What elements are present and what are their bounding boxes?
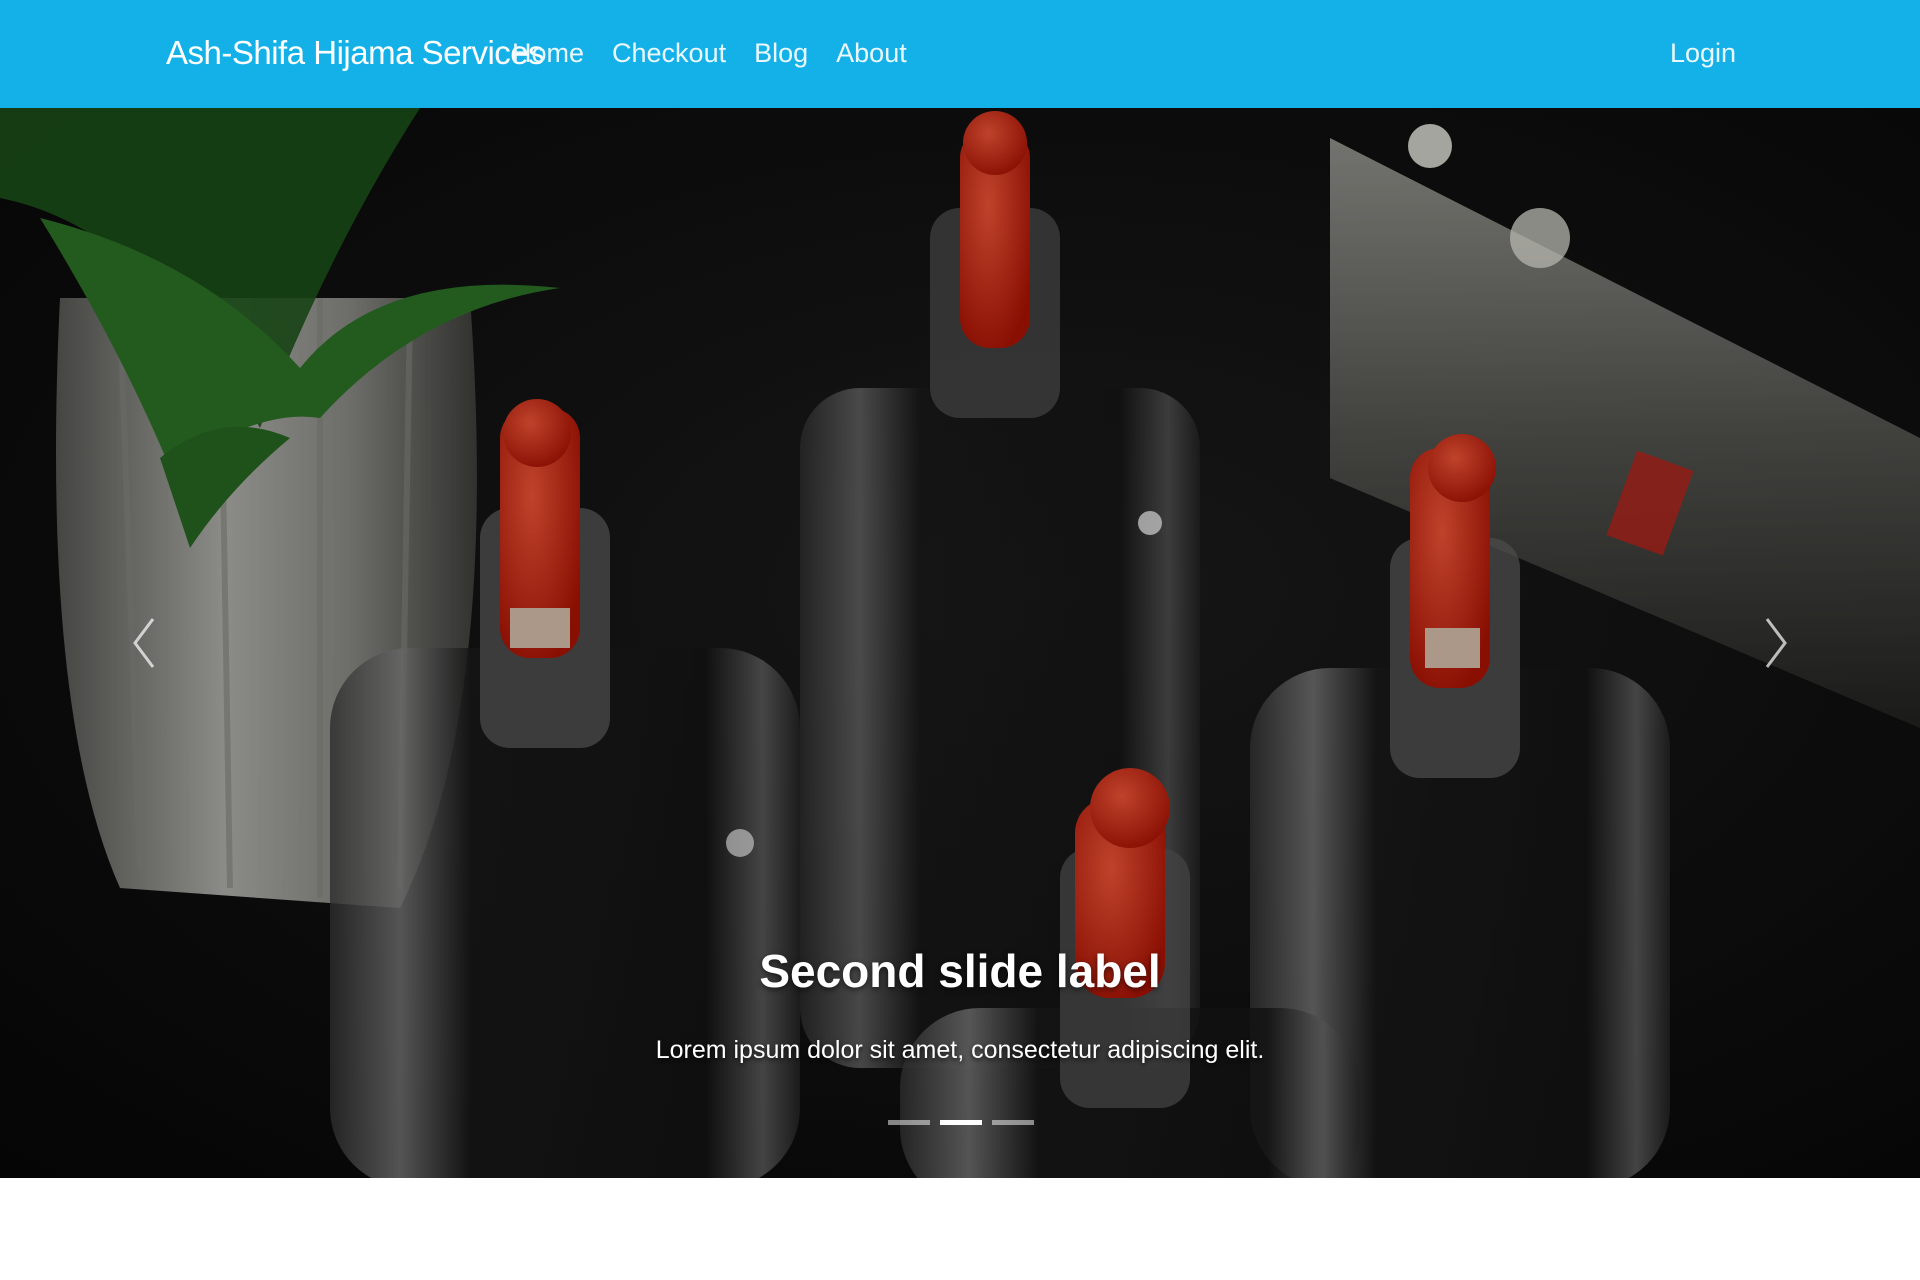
carousel-indicators xyxy=(888,1120,1034,1125)
nav-link-blog[interactable]: Blog xyxy=(754,38,808,69)
carousel-indicator-1[interactable] xyxy=(888,1120,930,1125)
brand-link[interactable]: Ash-Shifa Hijama Services xyxy=(166,34,545,72)
carousel-indicator-3[interactable] xyxy=(992,1120,1034,1125)
carousel-caption-text: Lorem ipsum dolor sit amet, consectetur … xyxy=(655,1036,1265,1064)
carousel-prev-button[interactable] xyxy=(88,108,198,1178)
login-link[interactable]: Login xyxy=(1670,38,1736,69)
carousel-slide-image xyxy=(0,108,1920,1178)
chevron-left-icon xyxy=(133,618,155,668)
nav-link-about[interactable]: About xyxy=(836,38,907,69)
nav-link-checkout[interactable]: Checkout xyxy=(612,38,726,69)
carousel-indicator-2[interactable] xyxy=(940,1120,982,1125)
chevron-right-icon xyxy=(1765,618,1787,668)
navbar: Ash-Shifa Hijama Services Home Checkout … xyxy=(0,0,1920,108)
carousel-next-button[interactable] xyxy=(1722,108,1832,1178)
nav-links: Home Checkout Blog About xyxy=(512,38,935,69)
hero-carousel: Second slide label Lorem ipsum dolor sit… xyxy=(0,108,1920,1178)
carousel-caption-title: Second slide label xyxy=(759,945,1161,997)
nav-link-home[interactable]: Home xyxy=(512,38,584,69)
